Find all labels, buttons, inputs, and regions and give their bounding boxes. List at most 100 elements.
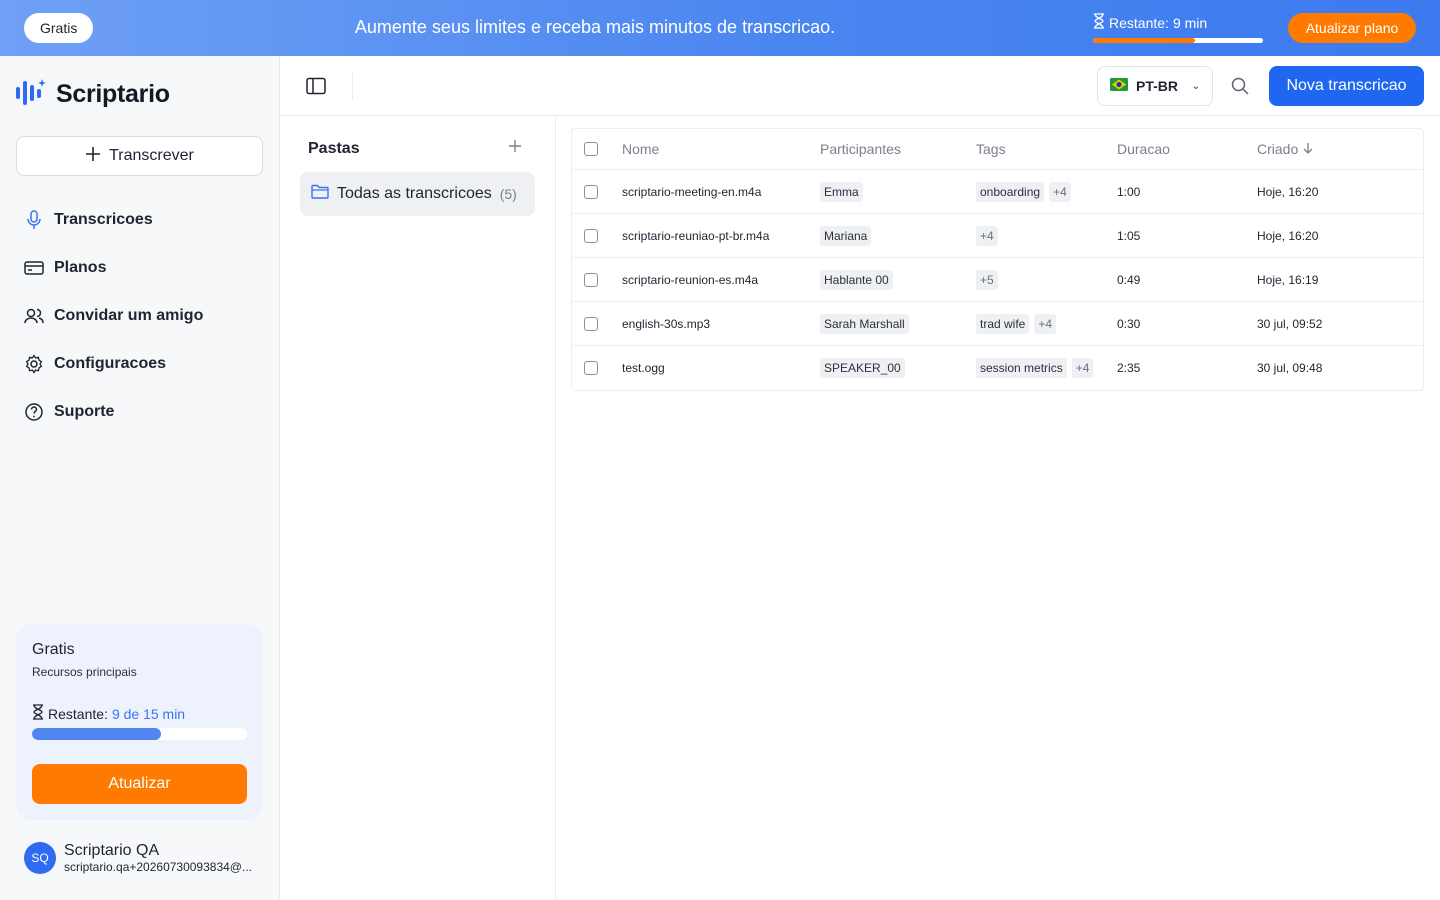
users-icon bbox=[24, 306, 44, 326]
column-header-created[interactable]: Criado bbox=[1257, 129, 1313, 169]
user-name: Scriptario QA bbox=[64, 842, 160, 859]
toolbar-divider bbox=[352, 72, 353, 100]
column-header-name[interactable]: Nome bbox=[622, 129, 659, 169]
tag-chip: onboarding bbox=[976, 181, 1045, 202]
more-tags-chip[interactable]: +4 bbox=[1034, 313, 1057, 334]
plan-remaining-value: 9 de 15 min bbox=[111, 705, 186, 722]
plan-card: Gratis Recursos principais Restante: 9 d… bbox=[16, 624, 263, 820]
sidebar-item-transcricoes[interactable]: Transcricoes bbox=[16, 196, 263, 244]
folders-heading: Pastas bbox=[308, 140, 360, 157]
row-name: english-30s.mp3 bbox=[622, 316, 711, 331]
plan-remaining: Restante: 9 de 15 min bbox=[32, 704, 185, 723]
plan-subtitle: Recursos principais bbox=[32, 665, 137, 679]
user-profile[interactable]: SQ Scriptario QA scriptario.qa+202607300… bbox=[24, 842, 254, 874]
new-transcription-button[interactable]: Nova transcricao bbox=[1269, 66, 1424, 106]
created-label: Criado bbox=[1257, 141, 1299, 157]
sort-descending-icon bbox=[1303, 141, 1313, 157]
folder-icon bbox=[311, 184, 329, 204]
help-icon bbox=[24, 402, 44, 422]
current-plan-badge: Gratis bbox=[24, 13, 94, 43]
hourglass-icon bbox=[1093, 13, 1105, 32]
folder-item-all[interactable]: Todas as transcricoes (5) bbox=[300, 172, 535, 216]
language-select[interactable]: PT-BR ⌄ bbox=[1097, 66, 1213, 106]
participant-chip: Mariana bbox=[820, 225, 872, 246]
table-row[interactable]: scriptario-reuniao-pt-br.m4a Mariana +4 … bbox=[572, 214, 1423, 258]
waveform-logo-icon bbox=[16, 78, 46, 111]
folder-label: Todas as transcricoes bbox=[337, 185, 492, 202]
row-name: test.ogg bbox=[622, 361, 665, 375]
row-duration: 1:05 bbox=[1117, 228, 1141, 243]
avatar: SQ bbox=[24, 842, 56, 874]
remaining-label: Restante: bbox=[1109, 14, 1169, 31]
table-header: Nome Participantes Tags Duracao Criado bbox=[572, 129, 1423, 170]
brazil-flag-icon bbox=[1110, 78, 1128, 94]
sidebar-toggle-icon[interactable] bbox=[304, 74, 328, 98]
row-created: Hoje, 16:20 bbox=[1257, 184, 1319, 199]
row-created: Hoje, 16:20 bbox=[1257, 228, 1319, 243]
select-all-checkbox[interactable] bbox=[584, 142, 598, 156]
sidebar-item-label: Suporte bbox=[54, 403, 115, 420]
participant-chip: Hablante 00 bbox=[820, 269, 893, 290]
participant-chip: Emma bbox=[820, 181, 863, 202]
row-created: 30 jul, 09:48 bbox=[1257, 361, 1323, 375]
card-icon bbox=[24, 258, 44, 278]
upgrade-banner: Gratis Aumente seus limites e receba mai… bbox=[0, 0, 1440, 56]
remaining-value: 9 min bbox=[1172, 14, 1208, 31]
banner-message: Aumente seus limites e receba mais minut… bbox=[354, 17, 836, 37]
row-checkbox[interactable] bbox=[584, 272, 598, 287]
upgrade-plan-button[interactable]: Atualizar plano bbox=[1288, 13, 1416, 43]
row-duration: 2:35 bbox=[1117, 361, 1141, 375]
plan-remaining-label: Restante: bbox=[48, 705, 108, 722]
sidebar-item-configuracoes[interactable]: Configuracoes bbox=[16, 340, 263, 388]
row-name: scriptario-reunion-es.m4a bbox=[622, 272, 759, 287]
table-row[interactable]: test.ogg SPEAKER_00 session metrics +4 2… bbox=[572, 346, 1423, 390]
folders-panel: Pastas Todas as transcricoes (5) bbox=[280, 116, 556, 900]
search-icon[interactable] bbox=[1230, 76, 1252, 98]
sidebar-nav: Transcricoes Planos Convidar um amigo Co… bbox=[16, 196, 263, 436]
more-tags-chip[interactable]: +4 bbox=[1049, 181, 1071, 202]
row-duration: 0:49 bbox=[1117, 272, 1141, 287]
hourglass-icon bbox=[32, 704, 44, 723]
table-row[interactable]: english-30s.mp3 Sarah Marshall trad wife… bbox=[572, 302, 1423, 346]
app-logo[interactable]: Scriptario bbox=[16, 78, 170, 111]
chevron-down-icon: ⌄ bbox=[1191, 80, 1200, 92]
upgrade-button[interactable]: Atualizar bbox=[32, 764, 247, 804]
column-header-participants[interactable]: Participantes bbox=[820, 129, 901, 169]
remaining-progress-bar bbox=[1093, 38, 1263, 43]
plus-icon bbox=[85, 146, 101, 167]
column-header-tags[interactable]: Tags bbox=[976, 129, 1006, 169]
transcribe-label: Transcrever bbox=[109, 147, 194, 164]
table-row[interactable]: scriptario-meeting-en.m4a Emma onboardin… bbox=[572, 170, 1423, 214]
sidebar-item-label: Convidar um amigo bbox=[54, 307, 204, 324]
more-tags-chip[interactable]: +4 bbox=[976, 225, 998, 246]
more-tags-chip[interactable]: +5 bbox=[976, 269, 998, 290]
sidebar-item-convidar[interactable]: Convidar um amigo bbox=[16, 292, 263, 340]
row-created: 30 jul, 09:52 bbox=[1257, 316, 1323, 331]
add-folder-icon[interactable] bbox=[506, 137, 524, 155]
table-row[interactable]: scriptario-reunion-es.m4a Hablante 00 +5… bbox=[572, 258, 1423, 302]
column-header-duration[interactable]: Duracao bbox=[1117, 129, 1170, 169]
sidebar-item-planos[interactable]: Planos bbox=[16, 244, 263, 292]
more-tags-chip[interactable]: +4 bbox=[1071, 358, 1094, 378]
banner-remaining: Restante: 9 min bbox=[1093, 13, 1265, 43]
sidebar-item-label: Transcricoes bbox=[54, 211, 153, 228]
transcribe-button[interactable]: Transcrever bbox=[16, 136, 263, 176]
transcriptions-table: Nome Participantes Tags Duracao Criado s… bbox=[571, 128, 1424, 391]
row-duration: 0:30 bbox=[1117, 316, 1141, 331]
tag-chip: session metrics bbox=[976, 358, 1067, 378]
microphone-icon bbox=[24, 210, 44, 230]
row-checkbox[interactable] bbox=[584, 361, 598, 375]
plan-progress-bar bbox=[32, 728, 247, 740]
user-email: scriptario.qa+20260730093834@... bbox=[64, 860, 252, 874]
folder-count: (5) bbox=[499, 186, 517, 202]
row-duration: 1:00 bbox=[1117, 184, 1141, 199]
row-created: Hoje, 16:19 bbox=[1257, 272, 1319, 287]
top-toolbar: PT-BR ⌄ Nova transcricao bbox=[280, 56, 1440, 116]
sidebar-item-suporte[interactable]: Suporte bbox=[16, 388, 263, 436]
row-checkbox[interactable] bbox=[584, 316, 598, 331]
row-checkbox[interactable] bbox=[584, 228, 598, 243]
plan-title: Gratis bbox=[32, 641, 75, 658]
tag-chip: trad wife bbox=[976, 313, 1030, 334]
sidebar-item-label: Planos bbox=[54, 259, 107, 276]
row-checkbox[interactable] bbox=[584, 184, 598, 199]
